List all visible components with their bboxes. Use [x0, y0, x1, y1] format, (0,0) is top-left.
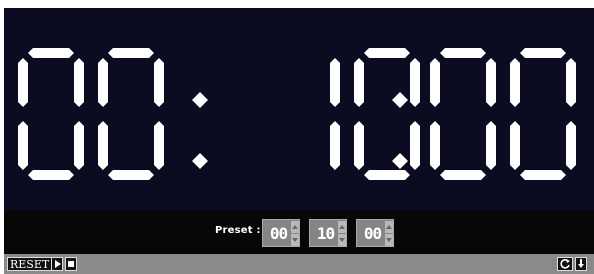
digit-segment [354, 58, 364, 107]
digit-segment [364, 170, 410, 180]
colon-dot [192, 153, 208, 169]
digit-segment [108, 48, 154, 58]
timer-digit [330, 58, 340, 170]
digit-segment [520, 48, 566, 58]
digit-segment [330, 58, 340, 107]
digit-segment [18, 121, 28, 170]
digit-segment [520, 170, 566, 180]
digit-segment [430, 121, 440, 170]
preset-hours-value[interactable]: 00 [266, 223, 291, 244]
digit-segment [486, 121, 496, 170]
preset-minutes-stepper[interactable]: 10 [309, 219, 347, 247]
digit-segment [108, 170, 154, 180]
digit-segment [74, 121, 84, 170]
digit-segment [510, 58, 520, 107]
chevron-down-icon[interactable] [385, 234, 393, 246]
digit-segment [154, 58, 164, 107]
preset-bar: Preset : 00 10 00 [4, 210, 594, 254]
timer-digit [430, 48, 496, 180]
play-icon[interactable] [51, 257, 63, 271]
preset-hours-stepper[interactable]: 00 [262, 219, 300, 247]
digit-segment [98, 58, 108, 107]
colon-dot [192, 92, 208, 108]
digit-segment [74, 58, 84, 107]
digit-segment [18, 58, 28, 107]
timer-digit [18, 48, 84, 180]
refresh-icon[interactable] [557, 257, 573, 271]
chevron-up-icon[interactable] [385, 221, 393, 233]
colon-dot [392, 92, 408, 108]
countdown-timer-app: Preset : 00 10 00 RESET [4, 8, 594, 274]
seven-segment-display [18, 48, 576, 180]
digit-segment [364, 48, 410, 58]
digit-segment [28, 48, 74, 58]
digit-segment [510, 121, 520, 170]
download-icon[interactable] [575, 257, 587, 271]
preset-seconds-stepper[interactable]: 00 [356, 219, 394, 247]
digit-segment [440, 48, 486, 58]
digit-segment [566, 58, 576, 107]
timer-digit [510, 48, 576, 180]
digit-segment [486, 58, 496, 107]
stop-icon[interactable] [65, 257, 77, 271]
timer-digit [98, 48, 164, 180]
preset-label: Preset : [215, 225, 261, 236]
bottom-toolbar: RESET [4, 254, 594, 274]
timer-display [4, 8, 594, 210]
chevron-up-icon[interactable] [338, 221, 346, 233]
digit-segment [330, 121, 340, 170]
chevron-up-icon[interactable] [291, 221, 299, 233]
chevron-down-icon[interactable] [291, 234, 299, 246]
digit-segment [410, 58, 420, 107]
colon-dot [392, 153, 408, 169]
digit-segment [98, 121, 108, 170]
digit-segment [28, 170, 74, 180]
digit-segment [566, 121, 576, 170]
reset-button[interactable]: RESET [7, 257, 53, 271]
digit-segment [440, 170, 486, 180]
preset-minutes-value[interactable]: 10 [313, 223, 338, 244]
preset-seconds-value[interactable]: 00 [360, 223, 385, 244]
timer-digit [354, 48, 420, 180]
digit-segment [354, 121, 364, 170]
digit-segment [430, 58, 440, 107]
digit-segment [410, 121, 420, 170]
digit-segment [154, 121, 164, 170]
chevron-down-icon[interactable] [338, 234, 346, 246]
